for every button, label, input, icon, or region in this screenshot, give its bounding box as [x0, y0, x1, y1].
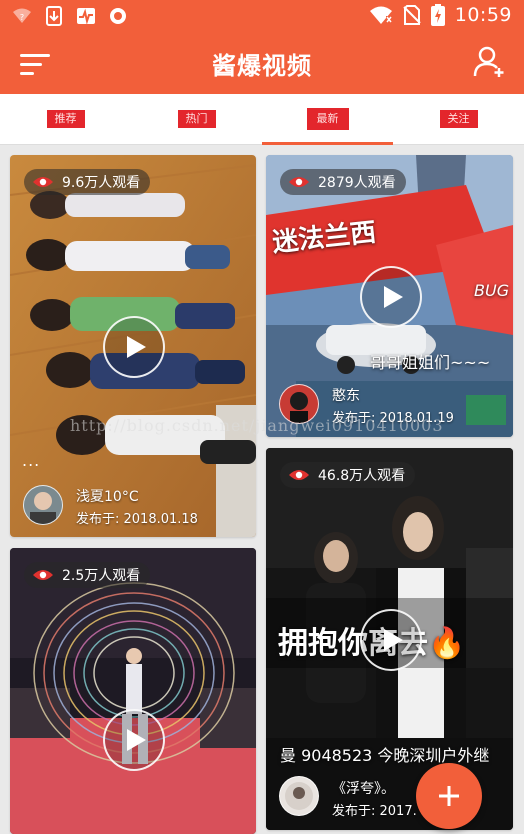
pulse-icon — [77, 8, 95, 25]
add-video-button[interactable] — [416, 763, 482, 829]
tab-following[interactable]: 关注 — [393, 94, 524, 144]
eye-icon — [289, 470, 309, 480]
view-count-badge: 46.8万人观看 — [280, 462, 416, 488]
view-count-badge: 9.6万人观看 — [24, 169, 151, 195]
svg-text:?: ? — [20, 13, 24, 22]
app-title: 酱爆视频 — [212, 52, 312, 80]
play-icon — [127, 729, 146, 751]
view-count: 2.5万人观看 — [62, 568, 141, 584]
wifi-icon — [369, 6, 392, 24]
view-count-badge: 2879人观看 — [280, 169, 406, 195]
view-count: 9.6万人观看 — [62, 175, 141, 191]
app-bar: 酱爆视频 — [0, 32, 524, 94]
tab-label: 关注 — [439, 110, 478, 128]
video-card[interactable]: 46.8万人观看 拥抱你离去🔥 曼 9048523 今晚深圳户外继 《浮夸》。 … — [266, 448, 513, 830]
video-card[interactable]: 2.5万人观看 — [10, 548, 256, 834]
play-icon — [384, 286, 403, 308]
download-icon — [46, 6, 62, 26]
tab-recommend[interactable]: 推荐 — [0, 94, 131, 144]
play-icon — [127, 336, 146, 358]
tab-label: 最新 — [306, 108, 349, 130]
avatar[interactable] — [23, 485, 63, 525]
publish-date: 发布于: 2018.01.18 — [76, 512, 198, 527]
publish-date: 发布于: 2017. — [332, 804, 417, 819]
uploader-name[interactable]: 《浮夸》。 — [332, 778, 395, 798]
video-thumbnail — [10, 548, 256, 834]
no-sim-icon — [403, 5, 421, 25]
watermark-text: http://blog.csdn.net/jiangwei0910410003 — [70, 416, 444, 435]
tab-bar: 推荐 热门 最新 关注 — [0, 94, 524, 145]
video-caption: 哥哥姐姐们~~~ — [370, 353, 491, 372]
uploader-name[interactable]: 憨东 — [332, 385, 360, 405]
play-icon — [384, 629, 403, 651]
tab-latest[interactable]: 最新 — [262, 94, 393, 145]
record-icon — [110, 8, 126, 24]
eye-icon — [33, 570, 53, 580]
view-count: 46.8万人观看 — [318, 468, 406, 484]
eye-icon — [289, 177, 309, 187]
play-button[interactable] — [103, 709, 165, 771]
tab-label: 热门 — [177, 110, 216, 128]
video-card[interactable]: 迷法兰西 BUG 2879人观看 哥哥姐姐们~~~ 憨东 发布于: 2018.0… — [266, 155, 513, 437]
tab-popular[interactable]: 热门 — [131, 94, 262, 144]
bug-text: BUG — [474, 281, 510, 300]
uploader-name[interactable]: 浅夏10°C — [76, 486, 139, 506]
battery-charging-icon — [430, 4, 445, 26]
more-text: ... — [22, 451, 41, 470]
eye-icon — [33, 177, 53, 187]
play-button[interactable] — [360, 609, 422, 671]
tab-label: 推荐 — [46, 110, 85, 128]
add-user-icon[interactable] — [472, 44, 506, 78]
clock: 10:59 — [454, 4, 512, 26]
plus-icon — [439, 786, 459, 806]
video-card[interactable]: 9.6万人观看 ... 浅夏10°C 发布于: 2018.01.18 — [10, 155, 256, 537]
avatar[interactable] — [279, 776, 319, 816]
status-bar: ? 10:59 — [0, 0, 524, 32]
view-count-badge: 2.5万人观看 — [24, 562, 151, 588]
play-button[interactable] — [360, 266, 422, 328]
wifi-question-icon: ? — [13, 8, 31, 23]
play-button[interactable] — [103, 316, 165, 378]
view-count: 2879人观看 — [318, 175, 396, 191]
video-subtitle: 曼 9048523 今晚深圳户外继 — [280, 746, 490, 765]
